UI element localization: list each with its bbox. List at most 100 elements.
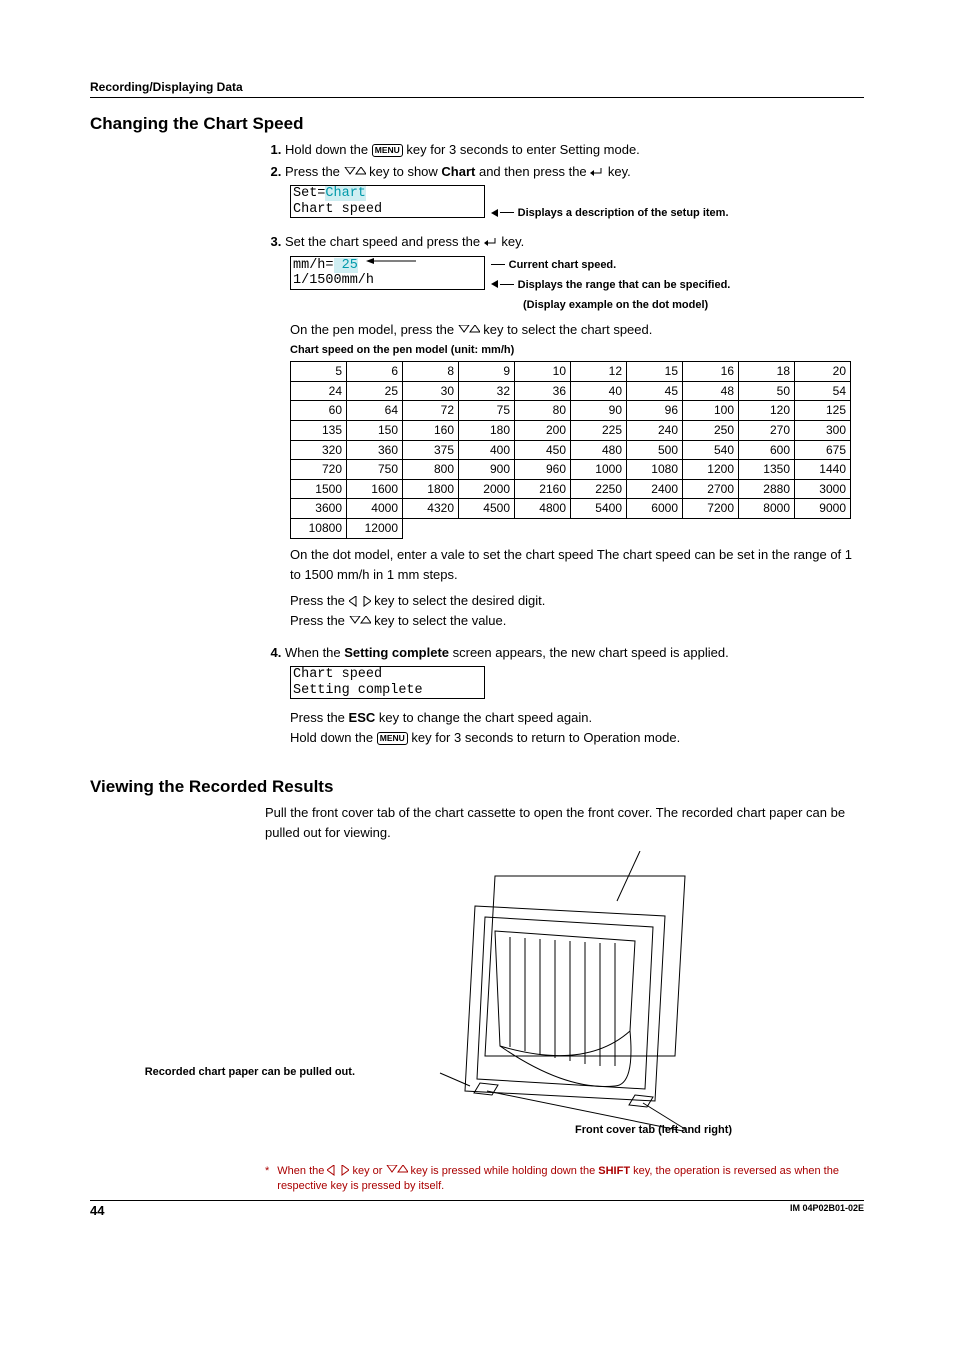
- table-cell: 270: [739, 420, 795, 440]
- table-cell: 800: [403, 460, 459, 480]
- table-cell: 32: [459, 381, 515, 401]
- table-cell: 320: [291, 440, 347, 460]
- menu-key-icon: MENU: [377, 732, 408, 745]
- table-cell: 2250: [571, 479, 627, 499]
- table-cell: 72: [403, 401, 459, 421]
- table-cell: 500: [627, 440, 683, 460]
- table-cell: 15: [627, 362, 683, 382]
- table-cell: 200: [515, 420, 571, 440]
- table-cell: 30: [403, 381, 459, 401]
- table-cell: 300: [795, 420, 851, 440]
- table-cell: 600: [739, 440, 795, 460]
- table-cell: 225: [571, 420, 627, 440]
- table-cell: 16: [683, 362, 739, 382]
- lcd-display: Chart speed Setting complete: [290, 666, 485, 699]
- table-cell: 2700: [683, 479, 739, 499]
- table-cell: 10800: [291, 518, 347, 538]
- table-cell: 480: [571, 440, 627, 460]
- table-cell: 45: [627, 381, 683, 401]
- table-cell: 6: [347, 362, 403, 382]
- lcd-display: Set=Chart Chart speed: [290, 185, 485, 218]
- table-cell: 54: [795, 381, 851, 401]
- table-cell: 400: [459, 440, 515, 460]
- table-cell: 60: [291, 401, 347, 421]
- table-cell: 3000: [795, 479, 851, 499]
- device-illustration: Recorded chart paper can be pulled out. …: [265, 851, 864, 1144]
- table-cell: 3600: [291, 499, 347, 519]
- table-cell: 100: [683, 401, 739, 421]
- table-cell: 12: [571, 362, 627, 382]
- figure-label-paper: Recorded chart paper can be pulled out.: [135, 1066, 355, 1078]
- section-title-1: Changing the Chart Speed: [90, 114, 864, 134]
- table-cell: 48: [683, 381, 739, 401]
- table-cell: 7200: [683, 499, 739, 519]
- table-cell: 18: [739, 362, 795, 382]
- table-cell: 180: [459, 420, 515, 440]
- step-3: Set the chart speed and press the key. m…: [285, 232, 864, 631]
- table-cell: 1500: [291, 479, 347, 499]
- table-cell: 120: [739, 401, 795, 421]
- table-cell: 8000: [739, 499, 795, 519]
- table-cell: 125: [795, 401, 851, 421]
- table-cell: 9: [459, 362, 515, 382]
- table-cell: 75: [459, 401, 515, 421]
- enter-icon: [484, 237, 498, 248]
- table-cell: 40: [571, 381, 627, 401]
- table-cell: 1800: [403, 479, 459, 499]
- figure-label-tab: Front cover tab (left and right): [575, 1124, 732, 1136]
- down-up-icon: [349, 616, 371, 627]
- table-cell: 720: [291, 460, 347, 480]
- table-cell: 960: [515, 460, 571, 480]
- footnote: * When the key or key is pressed while h…: [265, 1164, 864, 1194]
- step-1: Hold down the MENU key for 3 seconds to …: [285, 140, 864, 160]
- table-cell: 8: [403, 362, 459, 382]
- table-cell: 1200: [683, 460, 739, 480]
- table-cell: 2880: [739, 479, 795, 499]
- table-cell: 10: [515, 362, 571, 382]
- page-number: 44: [90, 1203, 104, 1218]
- breadcrumb: Recording/Displaying Data: [90, 80, 864, 98]
- table-cell: 240: [627, 420, 683, 440]
- table-cell: 4000: [347, 499, 403, 519]
- step1-pre: Hold down the: [285, 142, 372, 157]
- doc-id: IM 04P02B01-02E: [790, 1203, 864, 1218]
- table-cell: 20: [795, 362, 851, 382]
- table-cell: 450: [515, 440, 571, 460]
- table-cell: 675: [795, 440, 851, 460]
- table-cell: 1350: [739, 460, 795, 480]
- table-cell: 36: [515, 381, 571, 401]
- table-cell: 750: [347, 460, 403, 480]
- down-up-icon: [386, 1165, 408, 1176]
- table-cell: 4320: [403, 499, 459, 519]
- chart-speed-table: 5689101215161820242530323640454850546064…: [290, 361, 851, 538]
- down-up-icon: [344, 167, 366, 178]
- table-cell: 64: [347, 401, 403, 421]
- table-cell: 4500: [459, 499, 515, 519]
- table-cell: 6000: [627, 499, 683, 519]
- table-cell: 50: [739, 381, 795, 401]
- left-right-icon: [349, 596, 371, 607]
- step-2: Press the key to show Chart and then pre…: [285, 162, 864, 222]
- down-up-icon: [458, 325, 480, 336]
- table-cell: 2000: [459, 479, 515, 499]
- table-cell: 4800: [515, 499, 571, 519]
- table-cell: 5: [291, 362, 347, 382]
- menu-key-icon: MENU: [372, 144, 403, 157]
- table-cell: 9000: [795, 499, 851, 519]
- table-cell: 12000: [347, 518, 403, 538]
- table-cell: 900: [459, 460, 515, 480]
- step-4: When the Setting complete screen appears…: [285, 643, 864, 748]
- enter-icon: [590, 167, 604, 178]
- table-cell: 96: [627, 401, 683, 421]
- table-cell: 150: [347, 420, 403, 440]
- table-cell: 25: [347, 381, 403, 401]
- lcd-display: mm/h= 25 1/1500mm/h: [290, 256, 485, 290]
- annotation: Displays a description of the setup item…: [518, 207, 729, 219]
- page-footer: 44 IM 04P02B01-02E: [90, 1200, 864, 1218]
- table-cell: 1000: [571, 460, 627, 480]
- table-cell: 375: [403, 440, 459, 460]
- table-cell: 540: [683, 440, 739, 460]
- step1-post: key for 3 seconds to enter Setting mode.: [403, 142, 640, 157]
- section-title-2: Viewing the Recorded Results: [90, 777, 864, 797]
- table-cell: 1440: [795, 460, 851, 480]
